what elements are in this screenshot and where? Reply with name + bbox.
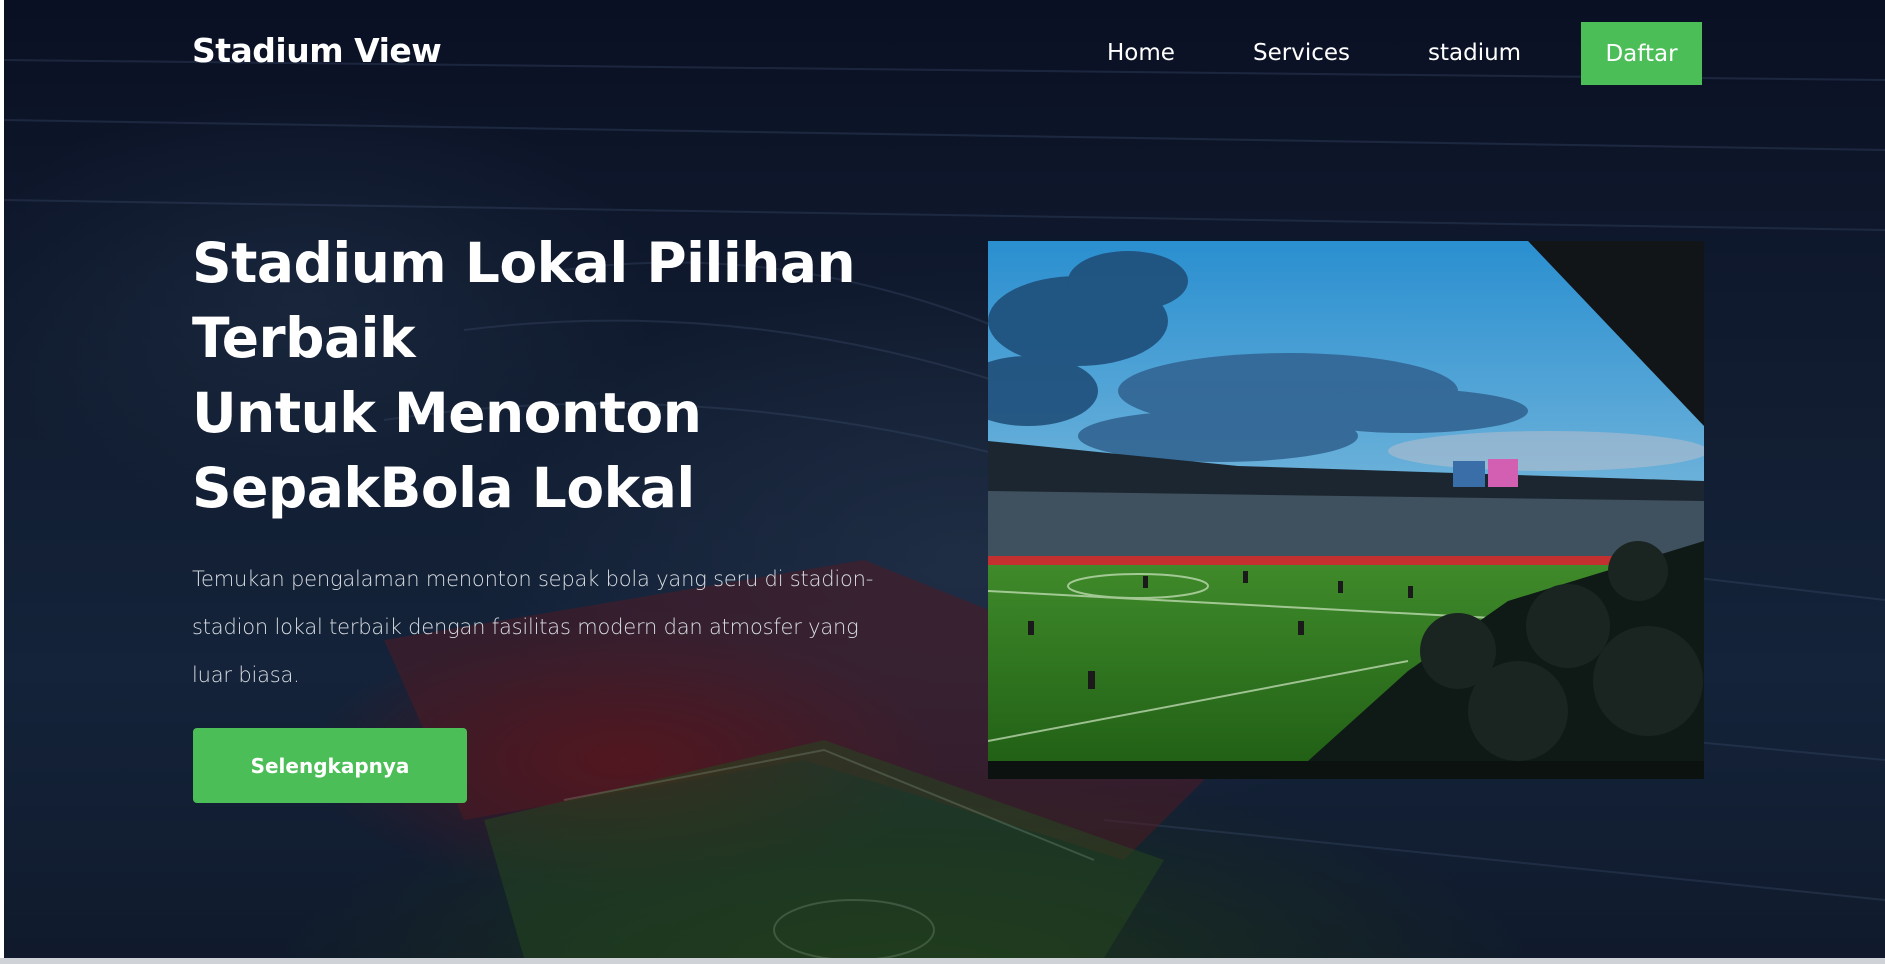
hero-section: Stadium View Home Services stadium Dafta… <box>4 0 1885 958</box>
nav-link-stadium[interactable]: stadium <box>1428 40 1521 66</box>
headline-line: SepakBola Lokal <box>192 456 695 520</box>
brand-logo[interactable]: Stadium View <box>192 31 442 70</box>
headline-line: Terbaik <box>192 306 416 370</box>
daftar-button[interactable]: Daftar <box>1581 22 1702 85</box>
headline-line: Untuk Menonton <box>192 381 702 445</box>
nav-link-home[interactable]: Home <box>1107 40 1175 66</box>
nav-link-services[interactable]: Services <box>1253 40 1350 66</box>
selengkapnya-button[interactable]: Selengkapnya <box>193 728 467 803</box>
hero-description: Temukan pengalaman menonton sepak bola y… <box>192 567 874 687</box>
page-bottom-divider <box>0 958 1885 964</box>
headline-line: Stadium Lokal Pilihan <box>192 231 856 295</box>
hero-headline: Stadium Lokal Pilihan Terbaik Untuk Meno… <box>192 226 912 526</box>
top-navbar: Stadium View Home Services stadium Dafta… <box>4 0 1885 106</box>
stadium-photo <box>988 241 1704 779</box>
